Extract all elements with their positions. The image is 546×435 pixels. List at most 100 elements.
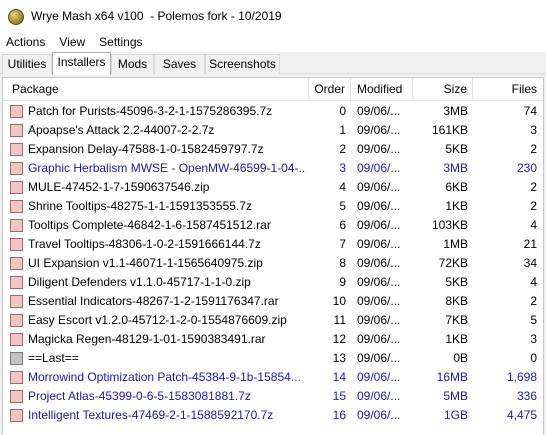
- size-value: 1MB: [443, 237, 468, 251]
- files-value: 2: [530, 294, 537, 308]
- package-name: ==Last==: [28, 351, 79, 365]
- table-row[interactable]: Magicka Regen-48129-1-01-1590383491.rar 1…: [3, 330, 543, 349]
- install-checkbox[interactable]: [10, 276, 23, 289]
- files-value: 4,475: [506, 408, 537, 422]
- modified-value: 09/06/...: [357, 370, 401, 384]
- table-row[interactable]: Apoapse's Attack 2.2-44007-2-2.7z 1 09/06/…: [3, 121, 543, 140]
- table-row[interactable]: ==Last== 13 09/06/... 0B 0: [3, 349, 543, 368]
- files-value: 5: [530, 313, 537, 327]
- order-value: 6: [339, 218, 346, 232]
- table-row[interactable]: Morrowind Optimization Patch-45384-9-1b-…: [3, 368, 543, 387]
- install-checkbox[interactable]: [10, 390, 23, 403]
- package-name: MULE-47452-1-7-1590637546.zip: [28, 180, 210, 194]
- menu-actions[interactable]: Actions: [0, 32, 52, 52]
- install-checkbox[interactable]: [10, 105, 23, 118]
- menu-view[interactable]: View: [52, 32, 92, 52]
- column-header-order[interactable]: Order: [309, 78, 351, 100]
- tab-saves[interactable]: Saves: [154, 54, 205, 74]
- package-name: Essential Indicators-48267-1-2-159117634…: [28, 294, 279, 308]
- files-value: 4: [530, 275, 537, 289]
- size-value: 0B: [453, 351, 468, 365]
- modified-value: 09/06/...: [357, 199, 401, 213]
- table-row[interactable]: Diligent Defenders v1.1.0-45717-1-1-0.zi…: [3, 273, 543, 292]
- order-value: 10: [332, 294, 346, 308]
- list-header: Package Order Modified Size Files: [3, 78, 543, 101]
- size-value: 103KB: [431, 218, 468, 232]
- install-checkbox[interactable]: [10, 333, 23, 346]
- size-value: 5KB: [445, 275, 468, 289]
- order-value: 0: [339, 104, 346, 118]
- table-row[interactable]: Expansion Delay-47588-1-0-1582459797.7z 2…: [3, 140, 543, 159]
- tab-strip: Utilities Installers Mods Saves Screensh…: [0, 52, 546, 75]
- install-checkbox[interactable]: [10, 181, 23, 194]
- install-checkbox[interactable]: [10, 257, 23, 270]
- files-value: 0: [530, 351, 537, 365]
- column-header-size[interactable]: Size: [413, 78, 473, 100]
- install-checkbox[interactable]: [10, 238, 23, 251]
- package-name: Morrowind Optimization Patch-45384-9-1b-…: [28, 370, 301, 384]
- order-value: 2: [339, 142, 346, 156]
- install-checkbox[interactable]: [10, 200, 23, 213]
- modified-value: 09/06/...: [357, 161, 401, 175]
- files-value: 4: [530, 218, 537, 232]
- order-value: 16: [332, 408, 346, 422]
- files-value: 1,698: [506, 370, 537, 384]
- files-value: 21: [523, 237, 537, 251]
- table-row[interactable]: Intelligent Textures-47469-2-1-158859217…: [3, 406, 543, 425]
- size-value: 8KB: [445, 294, 468, 308]
- install-checkbox[interactable]: [10, 295, 23, 308]
- table-row[interactable]: UI Expansion v1.1-46071-1-1565640975.zip…: [3, 254, 543, 273]
- package-name: Expansion Delay-47588-1-0-1582459797.7z: [28, 142, 264, 156]
- package-name: Diligent Defenders v1.1.0-45717-1-1-0.zi…: [28, 275, 251, 289]
- column-header-package[interactable]: Package: [3, 78, 309, 100]
- install-checkbox[interactable]: [10, 371, 23, 384]
- size-value: 5MB: [443, 389, 468, 403]
- table-row[interactable]: Shrine Tooltips-48275-1-1-1591353555.7z 5…: [3, 197, 543, 216]
- tab-mods[interactable]: Mods: [111, 54, 154, 74]
- files-value: 2: [530, 142, 537, 156]
- column-header-modified[interactable]: Modified: [351, 78, 413, 100]
- install-checkbox[interactable]: [10, 143, 23, 156]
- table-row[interactable]: MULE-47452-1-7-1590637546.zip 4 09/06/... 6…: [3, 178, 543, 197]
- order-value: 8: [339, 256, 346, 270]
- install-checkbox[interactable]: [10, 314, 23, 327]
- size-value: 5KB: [445, 142, 468, 156]
- table-row[interactable]: Patch for Purists-45096-3-2-1-1575286395…: [3, 102, 543, 121]
- tab-screenshots[interactable]: Screenshots: [205, 54, 280, 74]
- modified-value: 09/06/...: [357, 313, 401, 327]
- modified-value: 09/06/...: [357, 351, 401, 365]
- table-row[interactable]: Project Atlas-45399-0-6-5-1583081881.7z 1…: [3, 387, 543, 406]
- menu-settings[interactable]: Settings: [92, 32, 149, 52]
- order-value: 11: [333, 313, 346, 327]
- table-row[interactable]: Easy Escort v1.2.0-45712-1-2-0-155487660…: [3, 311, 543, 330]
- package-name: UI Expansion v1.1-46071-1-1565640975.zip: [28, 256, 263, 270]
- marker-checkbox[interactable]: [10, 352, 23, 365]
- window-title: Wrye Mash x64 v100 - Polemos fork - 10/2…: [31, 9, 282, 23]
- tab-utilities[interactable]: Utilities: [2, 54, 52, 74]
- modified-value: 09/06/...: [357, 389, 401, 403]
- table-row[interactable]: Essential Indicators-48267-1-2-159117634…: [3, 292, 543, 311]
- install-checkbox[interactable]: [10, 409, 23, 422]
- install-checkbox[interactable]: [10, 124, 23, 137]
- files-value: 3: [530, 123, 537, 137]
- files-value: 74: [523, 104, 537, 118]
- order-value: 3: [339, 161, 346, 175]
- install-checkbox[interactable]: [10, 162, 23, 175]
- files-value: 3: [530, 332, 537, 346]
- size-value: 1GB: [443, 408, 468, 422]
- table-row[interactable]: Tooltips Complete-46842-1-6-1587451512.r…: [3, 216, 543, 235]
- size-value: 72KB: [438, 256, 468, 270]
- files-value: 230: [516, 161, 537, 175]
- table-row[interactable]: Graphic Herbalism MWSE - OpenMW-46599-1-…: [3, 159, 543, 178]
- table-row[interactable]: Travel Tooltips-48306-1-0-2-1591666144.7…: [3, 235, 543, 254]
- package-name: Magicka Regen-48129-1-01-1590383491.rar: [28, 332, 266, 346]
- column-header-files[interactable]: Files: [473, 78, 543, 100]
- tab-installers[interactable]: Installers: [52, 52, 111, 75]
- order-value: 7: [339, 237, 346, 251]
- order-value: 14: [332, 370, 346, 384]
- order-value: 5: [339, 199, 346, 213]
- installers-list[interactable]: Package Order Modified Size Files Patch …: [2, 77, 544, 435]
- install-checkbox[interactable]: [10, 219, 23, 232]
- modified-value: 09/06/...: [357, 256, 401, 270]
- modified-value: 09/06/...: [357, 180, 401, 194]
